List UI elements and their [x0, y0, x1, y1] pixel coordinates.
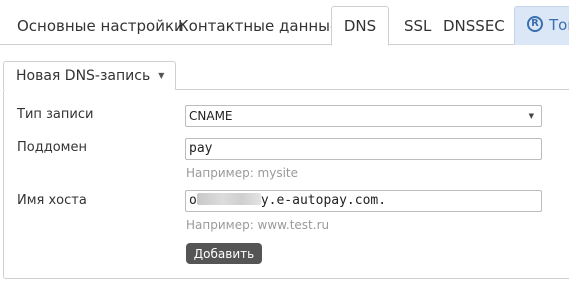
hostname-label: Имя хоста — [17, 193, 87, 208]
tab-ssl[interactable]: SSL — [404, 8, 431, 45]
caret-down-icon: ▼ — [158, 71, 165, 80]
hostname-value-suffix: y.e-autopay.com. — [260, 193, 387, 208]
tab-basic-settings[interactable]: Основные настройки — [17, 8, 184, 45]
record-type-select[interactable]: CNAME ▼ — [185, 105, 542, 127]
tab-dns[interactable]: DNS — [331, 6, 389, 46]
hostname-input[interactable]: o y.e-autopay.com. — [185, 190, 542, 212]
record-type-value: CNAME — [189, 109, 233, 123]
new-dns-record-dropdown[interactable]: Новая DNS-запись ▼ — [3, 61, 176, 90]
subdomain-input[interactable]: pay — [185, 138, 542, 160]
subdomain-value: pay — [189, 141, 213, 156]
record-type-label: Тип записи — [17, 107, 94, 122]
new-dns-record-title: Новая DNS-запись — [16, 68, 151, 84]
redacted-blur — [196, 193, 261, 205]
tab-trademark[interactable]: R Тов — [514, 6, 569, 45]
subdomain-hint: Например: mysite — [186, 166, 299, 180]
tab-trademark-label: Тов — [549, 16, 569, 34]
chevron-down-icon: ▼ — [528, 112, 534, 120]
hostname-value-prefix: o — [189, 193, 197, 208]
subdomain-label: Поддомен — [17, 140, 87, 155]
tab-contact-data[interactable]: Контактные данные — [178, 8, 339, 45]
hostname-hint: Например: www.test.ru — [186, 218, 330, 232]
add-button[interactable]: Добавить — [186, 243, 262, 264]
tab-dnssec[interactable]: DNSSEC — [443, 8, 505, 45]
registered-icon: R — [527, 16, 543, 32]
domain-tabs: Основные настройки Контактные данные DNS… — [0, 0, 569, 46]
